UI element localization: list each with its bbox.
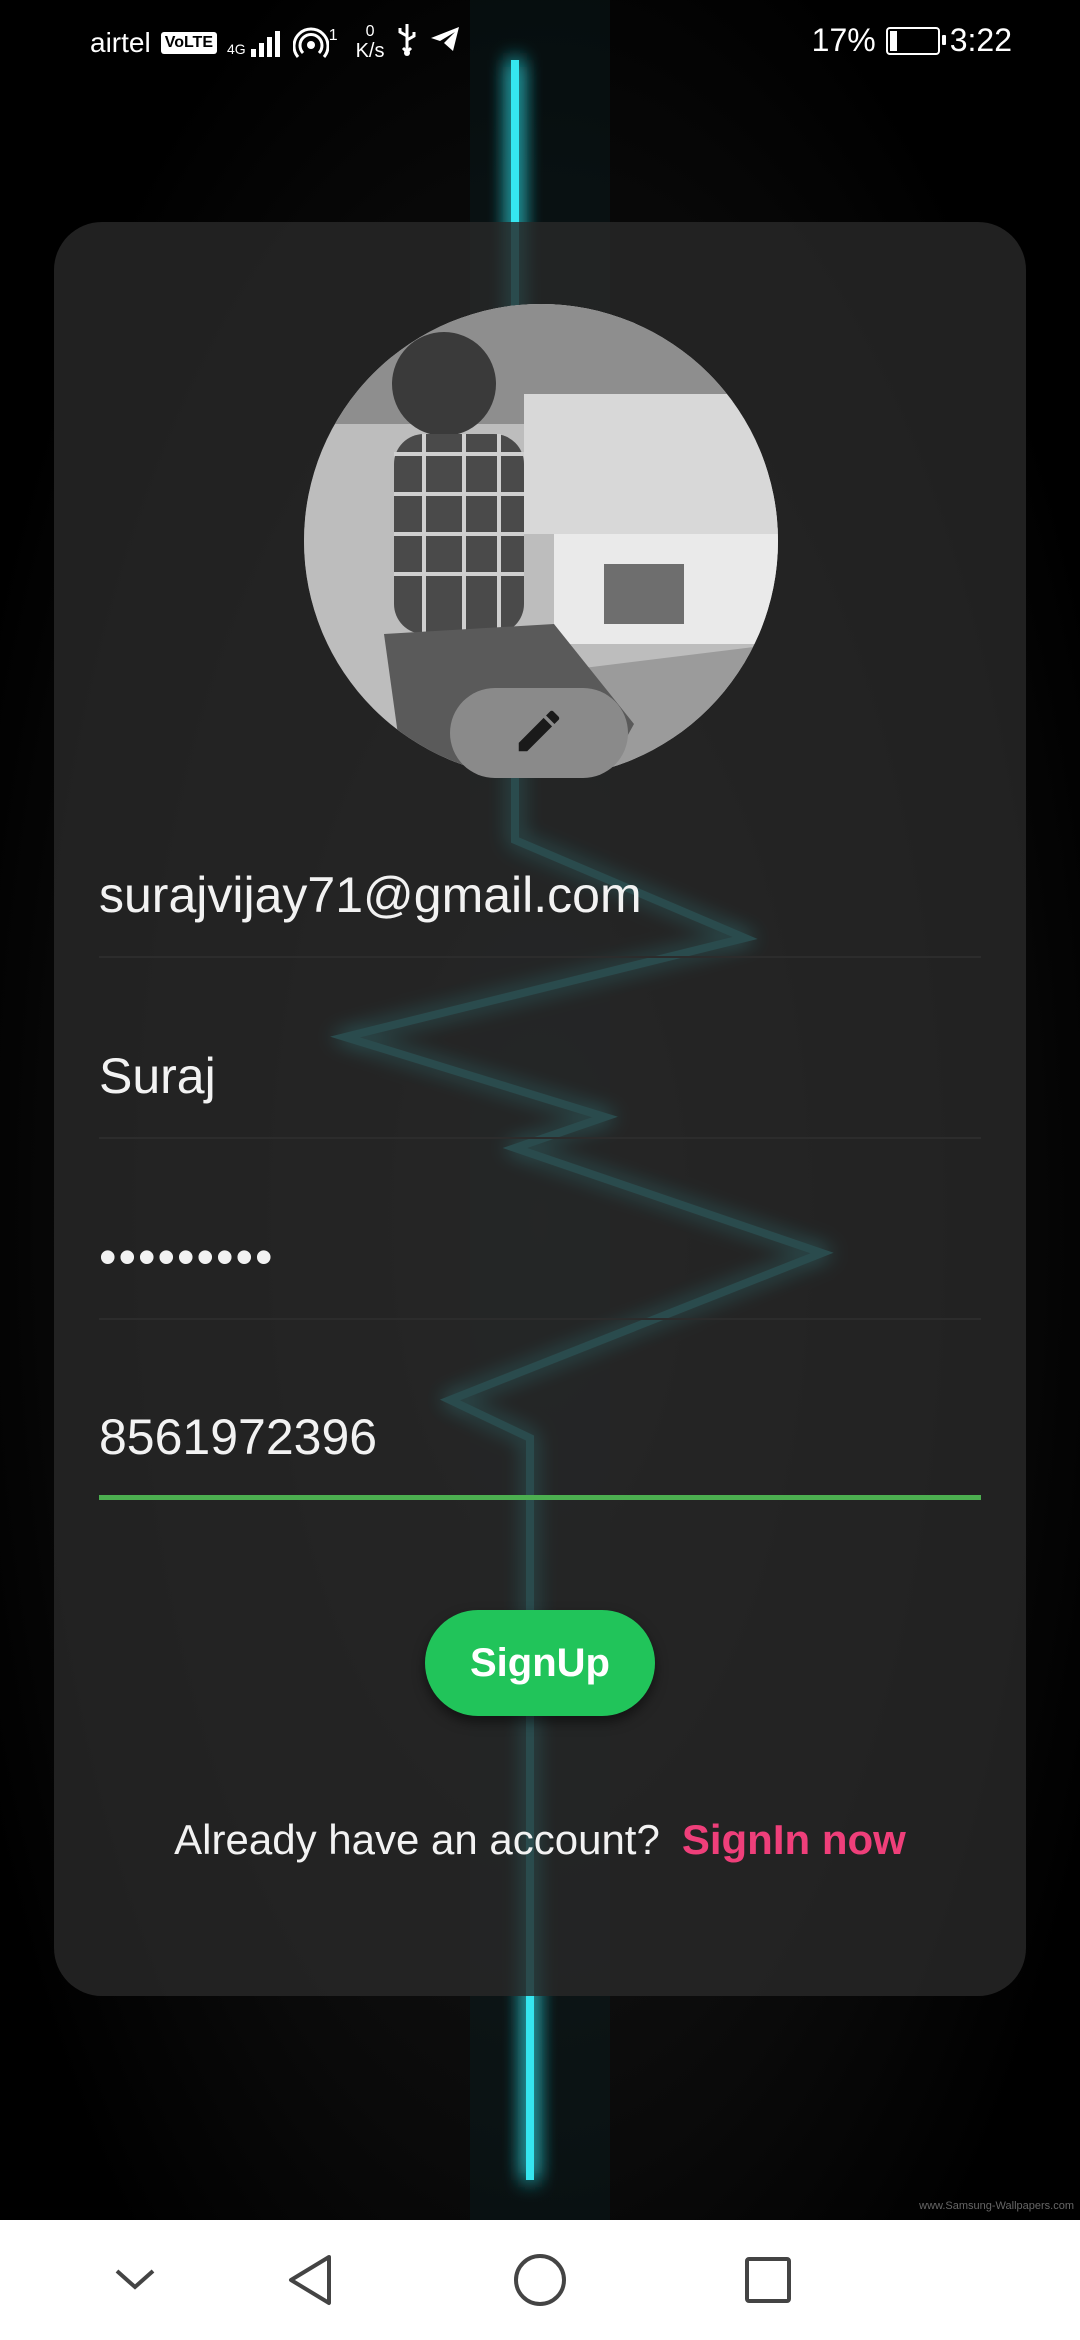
email-underline bbox=[99, 956, 981, 958]
battery-percent: 17% bbox=[811, 22, 876, 58]
password-value: ••••••••• bbox=[99, 1229, 275, 1285]
phone-underline bbox=[99, 1495, 981, 1500]
recents-square-icon[interactable] bbox=[738, 2250, 798, 2310]
name-underline bbox=[99, 1137, 981, 1139]
name-field[interactable]: Suraj bbox=[99, 1039, 981, 1139]
phone-field[interactable]: 8561972396 bbox=[99, 1400, 981, 1500]
network-speed: 0 K/s bbox=[355, 22, 385, 62]
email-value: surajvijay71@gmail.com bbox=[99, 867, 642, 923]
battery-icon bbox=[885, 26, 946, 55]
navigation-bar bbox=[0, 2220, 1080, 2340]
signin-link[interactable]: SignIn now bbox=[682, 1816, 906, 1863]
telegram-icon bbox=[429, 25, 461, 60]
signal-icon: 4G bbox=[227, 29, 283, 57]
password-field[interactable]: ••••••••• bbox=[99, 1220, 981, 1320]
usb-icon bbox=[395, 22, 419, 63]
chevron-down-icon[interactable] bbox=[105, 2250, 165, 2310]
edit-avatar-button[interactable] bbox=[450, 688, 628, 778]
signin-prompt: Already have an account? bbox=[174, 1816, 660, 1863]
volte-badge: VoLTE bbox=[160, 31, 217, 54]
carrier-label: airtel bbox=[90, 26, 151, 58]
hotspot-icon: 1 bbox=[292, 27, 338, 59]
pencil-icon bbox=[512, 704, 566, 763]
name-value: Suraj bbox=[99, 1048, 216, 1104]
watermark: www.Samsung-Wallpapers.com bbox=[919, 2200, 1074, 2212]
signup-button[interactable]: SignUp bbox=[425, 1610, 655, 1716]
back-triangle-icon[interactable] bbox=[280, 2250, 340, 2310]
email-field[interactable]: surajvijay71@gmail.com bbox=[99, 858, 981, 958]
home-circle-icon[interactable] bbox=[510, 2250, 570, 2310]
status-bar: airtel VoLTE 4G 1 0 K/s 17% 3:22 bbox=[0, 0, 1080, 80]
phone-value: 8561972396 bbox=[99, 1409, 378, 1465]
signin-row: Already have an account? SignIn now bbox=[0, 1816, 1080, 1864]
clock: 3:22 bbox=[949, 22, 1012, 58]
password-underline bbox=[99, 1318, 981, 1320]
